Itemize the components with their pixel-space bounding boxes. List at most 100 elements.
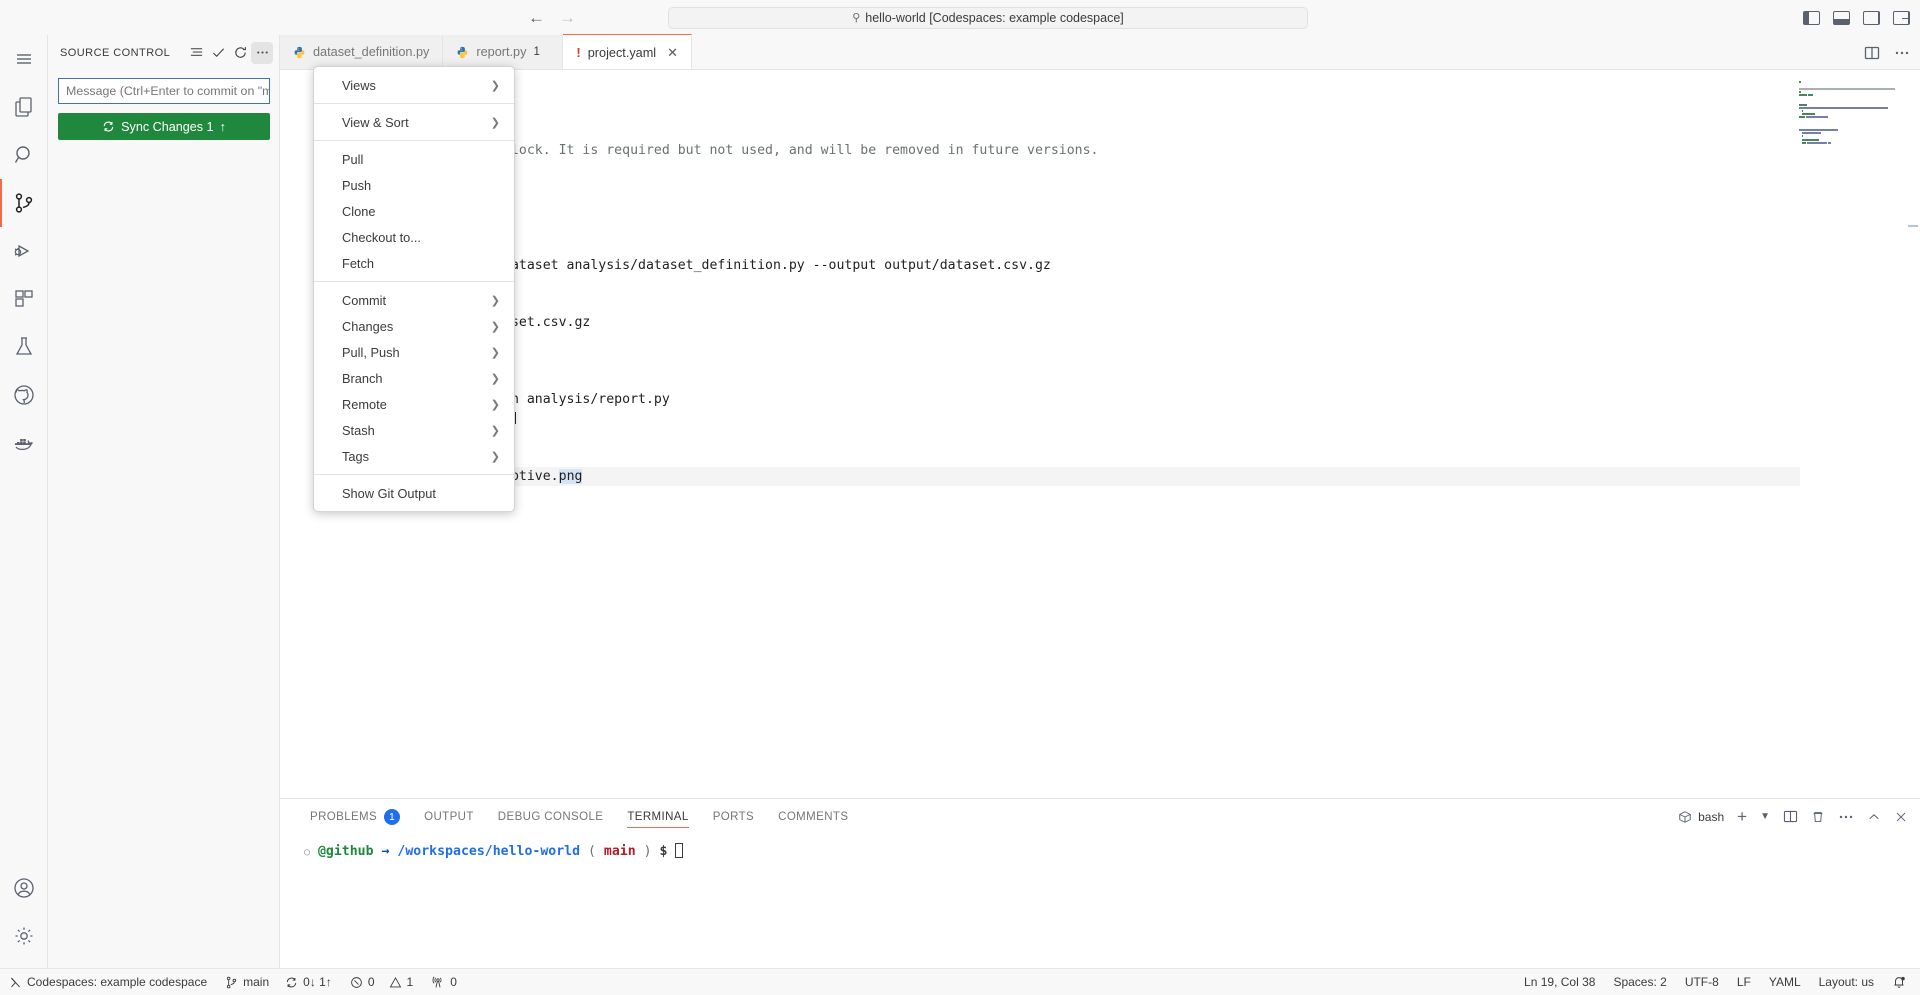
explorer-icon[interactable]	[0, 83, 48, 131]
testing-icon[interactable]	[0, 323, 48, 371]
status-notifications[interactable]	[1883, 969, 1920, 995]
panel-tab-label: PROBLEMS	[310, 810, 378, 823]
customize-layout-icon[interactable]	[1893, 10, 1910, 25]
terminal-paren-open: (	[588, 844, 596, 859]
panel-tab-output[interactable]: OUTPUT	[412, 799, 486, 834]
commit-message-input[interactable]: Message (Ctrl+Enter to commit on "main")	[58, 78, 270, 104]
status-indentation[interactable]: Spaces: 2	[1604, 969, 1675, 995]
code-line: n_size: 1000	[376, 179, 1800, 198]
chevron-down-icon[interactable]: ▼	[1760, 811, 1770, 822]
menu-item-pull[interactable]: Pull	[314, 146, 514, 172]
sync-icon	[102, 120, 115, 133]
menu-item-branch[interactable]: Branch ❯	[314, 365, 514, 391]
new-terminal-icon[interactable]: +	[1737, 808, 1747, 825]
minimap[interactable]	[1796, 78, 1906, 198]
views-and-more-actions-icon[interactable]	[251, 41, 273, 64]
menu-item-view-sort[interactable]: View & Sort ❯	[314, 109, 514, 135]
status-ports[interactable]: 0	[422, 969, 466, 995]
menu-item-pull-push[interactable]: Pull, Push ❯	[314, 339, 514, 365]
minimap-segment	[1802, 113, 1815, 116]
menu-item-checkout-to[interactable]: Checkout to...	[314, 224, 514, 250]
terminal-name[interactable]: bash	[1678, 810, 1724, 824]
menu-item-stash[interactable]: Stash ❯	[314, 417, 514, 443]
sync-changes-button[interactable]: Sync Changes 1 ↑	[58, 113, 270, 140]
menu-item-clone[interactable]: Clone	[314, 198, 514, 224]
terminal-prompt-line: ○ @github → /workspaces/hello-world ( ma…	[304, 842, 1920, 862]
maximize-panel-icon[interactable]	[1867, 810, 1881, 824]
docker-icon[interactable]	[0, 419, 48, 467]
code-editor[interactable]: ❯❯❯❯❯❯❯❯❯❯ 0' is`expectation` block. It …	[280, 70, 1920, 798]
terminal-paren-close: )	[643, 844, 652, 859]
toggle-primary-sidebar-icon[interactable]	[1803, 10, 1820, 25]
minimap-line	[1796, 135, 1906, 138]
split-editor-icon[interactable]	[1864, 46, 1880, 60]
menu-item-push[interactable]: Push	[314, 172, 514, 198]
panel-tab-ports[interactable]: PORTS	[701, 799, 766, 834]
minimap-line	[1796, 81, 1906, 84]
github-icon[interactable]	[0, 371, 48, 419]
status-language-mode[interactable]: YAML	[1760, 969, 1810, 995]
code-line: is`expectation` block. It is required bu…	[376, 141, 1800, 160]
minimap-line	[1796, 141, 1906, 144]
code-line: rql:v0 generate-dataset analysis/dataset…	[376, 256, 1800, 275]
status-remote-indicator[interactable]: Codespaces: example codespace	[0, 969, 216, 995]
source-control-context-menu[interactable]: Views ❯ View & Sort ❯ Pull Push Clone Checkout …	[313, 66, 515, 512]
status-cursor-position[interactable]: Ln 19, Col 38	[1515, 969, 1604, 995]
tab-report-py[interactable]: report.py 1	[443, 35, 564, 69]
toggle-secondary-sidebar-icon[interactable]	[1863, 10, 1880, 25]
menu-icon[interactable]	[0, 35, 48, 83]
run-and-debug-icon[interactable]	[0, 227, 48, 275]
refresh-icon[interactable]	[229, 42, 251, 64]
status-encoding[interactable]: UTF-8	[1676, 969, 1728, 995]
tab-project-yaml[interactable]: ! project.yaml ✕	[563, 34, 693, 69]
menu-item-tags[interactable]: Tags ❯	[314, 443, 514, 469]
menu-item-label: Pull	[342, 151, 364, 167]
split-terminal-icon[interactable]	[1783, 810, 1798, 823]
sidebar-item-source-control[interactable]	[0, 179, 48, 227]
menu-item-remote[interactable]: Remote ❯	[314, 391, 514, 417]
minimap-line	[1796, 119, 1906, 121]
terminal-body[interactable]: ○ @github → /workspaces/hello-world ( ma…	[280, 834, 1920, 968]
terminal-cursor	[675, 843, 684, 858]
close-icon[interactable]: ✕	[667, 45, 678, 61]
panel-tab-terminal[interactable]: TERMINAL	[615, 799, 700, 834]
more-actions-icon[interactable]	[1894, 46, 1910, 60]
view-as-list-icon[interactable]	[185, 42, 207, 64]
vertical-scrollbar[interactable]	[1906, 225, 1920, 239]
search-icon[interactable]	[0, 131, 48, 179]
menu-item-show-git-output[interactable]: Show Git Output	[314, 480, 514, 506]
panel-tab-label: PORTS	[712, 810, 755, 823]
close-panel-icon[interactable]	[1894, 810, 1908, 824]
panel-tab-comments[interactable]: COMMENTS	[766, 799, 860, 834]
tab-dataset-definition-py[interactable]: dataset_definition.py	[280, 35, 444, 69]
settings-gear-icon[interactable]	[0, 912, 48, 960]
status-keyboard-layout[interactable]: Layout: us	[1810, 969, 1883, 995]
menu-item-commit[interactable]: Commit ❯	[314, 287, 514, 313]
more-actions-icon[interactable]	[1838, 810, 1854, 824]
extensions-icon[interactable]	[0, 275, 48, 323]
status-branch[interactable]: main 0↓ 1↑	[216, 969, 341, 995]
kill-terminal-icon[interactable]	[1811, 810, 1825, 824]
chevron-right-icon: ❯	[490, 398, 500, 411]
commit-check-icon[interactable]	[207, 42, 229, 64]
status-problems[interactable]: 0 1	[341, 969, 422, 995]
menu-item-views[interactable]: Views ❯	[314, 72, 514, 98]
menu-item-fetch[interactable]: Fetch	[314, 250, 514, 276]
status-eol[interactable]: LF	[1728, 969, 1760, 995]
command-center-search[interactable]: ⚲ hello-world [Codespaces: example codes…	[668, 6, 1308, 29]
code-line: ately_sensitive:	[376, 448, 1800, 467]
sync-icon	[285, 976, 298, 989]
toggle-panel-icon[interactable]	[1833, 10, 1850, 25]
panel-tab-problems[interactable]: PROBLEMS 1	[298, 799, 412, 834]
minimap-segment	[1807, 141, 1828, 144]
forward-arrow-icon[interactable]: →	[559, 9, 576, 26]
status-error-count: 0	[367, 975, 375, 989]
menu-item-changes[interactable]: Changes ❯	[314, 313, 514, 339]
menu-item-label: View & Sort	[342, 114, 409, 130]
back-arrow-icon[interactable]: ←	[528, 9, 545, 26]
panel-tab-debug-console[interactable]: DEBUG CONSOLE	[486, 799, 616, 834]
accounts-icon[interactable]	[0, 864, 48, 912]
menu-separator	[314, 474, 514, 475]
